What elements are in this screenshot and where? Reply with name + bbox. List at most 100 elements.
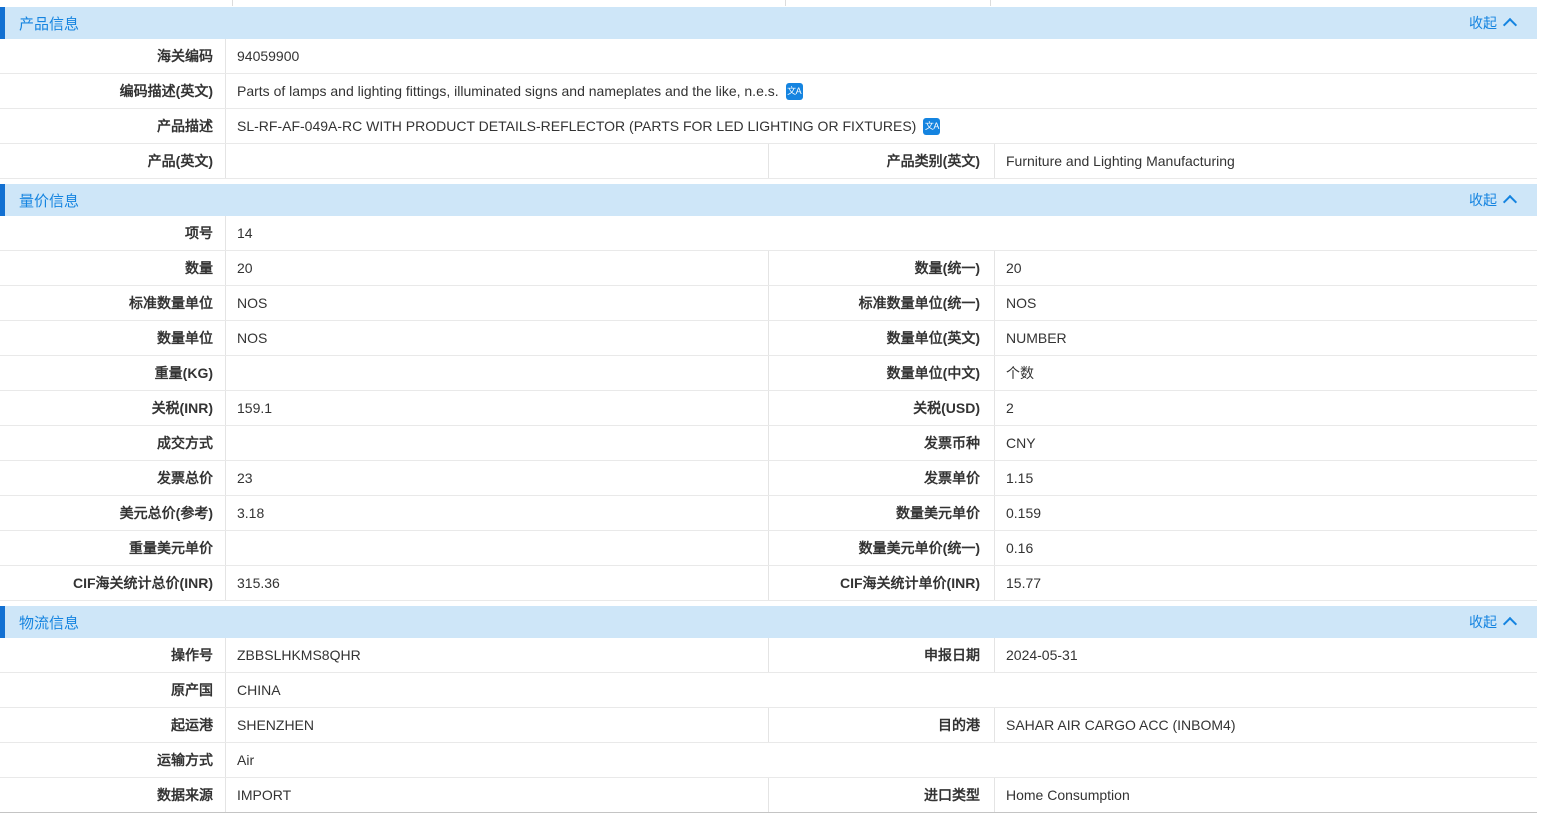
table-row: 标准数量单位NOS标准数量单位(统一)NOS: [0, 286, 1537, 321]
field-value: Air: [226, 743, 1537, 777]
section-header: 产品信息收起: [0, 7, 1537, 39]
translate-icon[interactable]: 文A: [786, 83, 803, 100]
field-label: 产品类别(英文): [768, 144, 995, 178]
field-value: 0.159: [995, 496, 1537, 530]
field-label: 项号: [0, 216, 226, 250]
section-title: 物流信息: [19, 612, 79, 633]
field-label: 成交方式: [0, 426, 226, 460]
field-value: 3.18: [226, 496, 768, 530]
table-row: 原产国CHINA: [0, 673, 1537, 708]
field-label: 重量美元单价: [0, 531, 226, 565]
field-value-text: 20: [237, 260, 253, 276]
field-value: 15.77: [995, 566, 1537, 600]
field-value: 14: [226, 216, 1537, 250]
table-row: 操作号ZBBSLHKMS8QHR申报日期2024-05-31: [0, 638, 1537, 673]
field-label: 产品(英文): [0, 144, 226, 178]
column-divider: [785, 0, 786, 6]
field-label: 数量(统一): [768, 251, 995, 285]
table-row: 重量(KG) 数量单位(中文) 个数: [0, 356, 1537, 391]
field-value-text: 3.18: [237, 505, 264, 521]
section-accent-bar: [0, 606, 5, 638]
table-row: 产品(英文) 产品类别(英文)Furniture and Lighting Man…: [0, 144, 1537, 179]
section-header: 量价信息 收起: [0, 184, 1537, 216]
field-value-text: 0.159: [1006, 505, 1041, 521]
field-value: Home Consumption: [995, 778, 1537, 812]
field-value: Parts of lamps and lighting fittings, il…: [226, 74, 1537, 108]
collapse-label: 收起: [1469, 612, 1497, 632]
field-value: NOS: [995, 286, 1537, 320]
field-value-text: 1.15: [1006, 470, 1033, 486]
field-label: 标准数量单位(统一): [768, 286, 995, 320]
field-value: 23: [226, 461, 768, 495]
field-value: 2024-05-31: [995, 638, 1537, 672]
field-label: 数量: [0, 251, 226, 285]
field-label: 数量美元单价: [768, 496, 995, 530]
collapse-button[interactable]: 收起: [1469, 612, 1537, 632]
field-value: [226, 426, 768, 460]
field-label: 进口类型: [768, 778, 995, 812]
field-value: NOS: [226, 321, 768, 355]
table-row: 数量 20 数量(统一) 20: [0, 251, 1537, 286]
field-label: 关税(USD): [768, 391, 995, 425]
field-value: 0.16: [995, 531, 1537, 565]
field-value-text: SL-RF-AF-049A-RC WITH PRODUCT DETAILS-RE…: [237, 118, 916, 134]
field-value: NUMBER: [995, 321, 1537, 355]
chevron-up-icon: [1503, 18, 1517, 32]
previous-table-edge: [0, 0, 1537, 7]
collapse-button[interactable]: 收起: [1469, 13, 1537, 33]
field-value-text: 94059900: [237, 48, 299, 64]
table-row: 起运港SHENZHEN目的港SAHAR AIR CARGO ACC (INBOM…: [0, 708, 1537, 743]
field-label: 数量单位(中文): [768, 356, 995, 390]
table-row: 美元总价(参考)3.18数量美元单价0.159: [0, 496, 1537, 531]
table-row: 编码描述(英文)Parts of lamps and lighting fitt…: [0, 74, 1537, 109]
chevron-up-icon: [1503, 195, 1517, 209]
field-value-text: SAHAR AIR CARGO ACC (INBOM4): [1006, 717, 1235, 733]
table-row: 成交方式 发票币种 CNY: [0, 426, 1537, 461]
field-value: 315.36: [226, 566, 768, 600]
collapse-label: 收起: [1469, 13, 1497, 33]
field-value-text: Home Consumption: [1006, 787, 1130, 803]
field-label: 编码描述(英文): [0, 74, 226, 108]
translate-icon[interactable]: 文A: [923, 118, 940, 135]
field-value-text: 14: [237, 225, 253, 241]
field-value: 159.1: [226, 391, 768, 425]
field-value-text: 15.77: [1006, 575, 1041, 591]
field-label: 重量(KG): [0, 356, 226, 390]
table-row: 发票总价23发票单价1.15: [0, 461, 1537, 496]
table-row: 运输方式Air: [0, 743, 1537, 778]
field-value: CNY: [995, 426, 1537, 460]
field-value-text: 2: [1006, 400, 1014, 416]
table-row: 项号 14: [0, 216, 1537, 251]
collapse-button[interactable]: 收起: [1469, 190, 1537, 210]
field-label: 发票币种: [768, 426, 995, 460]
column-divider: [232, 0, 233, 6]
field-value: 20: [995, 251, 1537, 285]
section-title: 量价信息: [19, 190, 79, 211]
field-label: 原产国: [0, 673, 226, 707]
section-accent-bar: [0, 184, 5, 216]
table-row: 数量单位NOS数量单位(英文)NUMBER: [0, 321, 1537, 356]
field-value: 94059900: [226, 39, 1537, 73]
field-value-text: 0.16: [1006, 540, 1033, 556]
field-label: 数量单位: [0, 321, 226, 355]
table-row: 重量美元单价 数量美元单价(统一) 0.16: [0, 531, 1537, 566]
field-value-text: SHENZHEN: [237, 717, 314, 733]
field-value: 个数: [995, 356, 1537, 390]
field-label: 产品描述: [0, 109, 226, 143]
field-value: SAHAR AIR CARGO ACC (INBOM4): [995, 708, 1537, 742]
field-value-text: 20: [1006, 260, 1022, 276]
field-value-text: 159.1: [237, 400, 272, 416]
field-label: 数量美元单价(统一): [768, 531, 995, 565]
field-value-text: CNY: [1006, 435, 1036, 451]
field-label: 申报日期: [768, 638, 995, 672]
field-value: [226, 531, 768, 565]
table-row: 产品描述 SL-RF-AF-049A-RC WITH PRODUCT DETAIL…: [0, 109, 1537, 144]
field-value-text: NOS: [237, 330, 267, 346]
field-value-text: 2024-05-31: [1006, 647, 1078, 663]
field-value: Furniture and Lighting Manufacturing: [995, 144, 1537, 178]
field-label: 操作号: [0, 638, 226, 672]
field-value-text: 个数: [1006, 363, 1034, 383]
table-row: CIF海关统计总价(INR)315.36CIF海关统计单价(INR)15.77: [0, 566, 1537, 601]
field-label: 起运港: [0, 708, 226, 742]
field-value-text: NUMBER: [1006, 330, 1067, 346]
